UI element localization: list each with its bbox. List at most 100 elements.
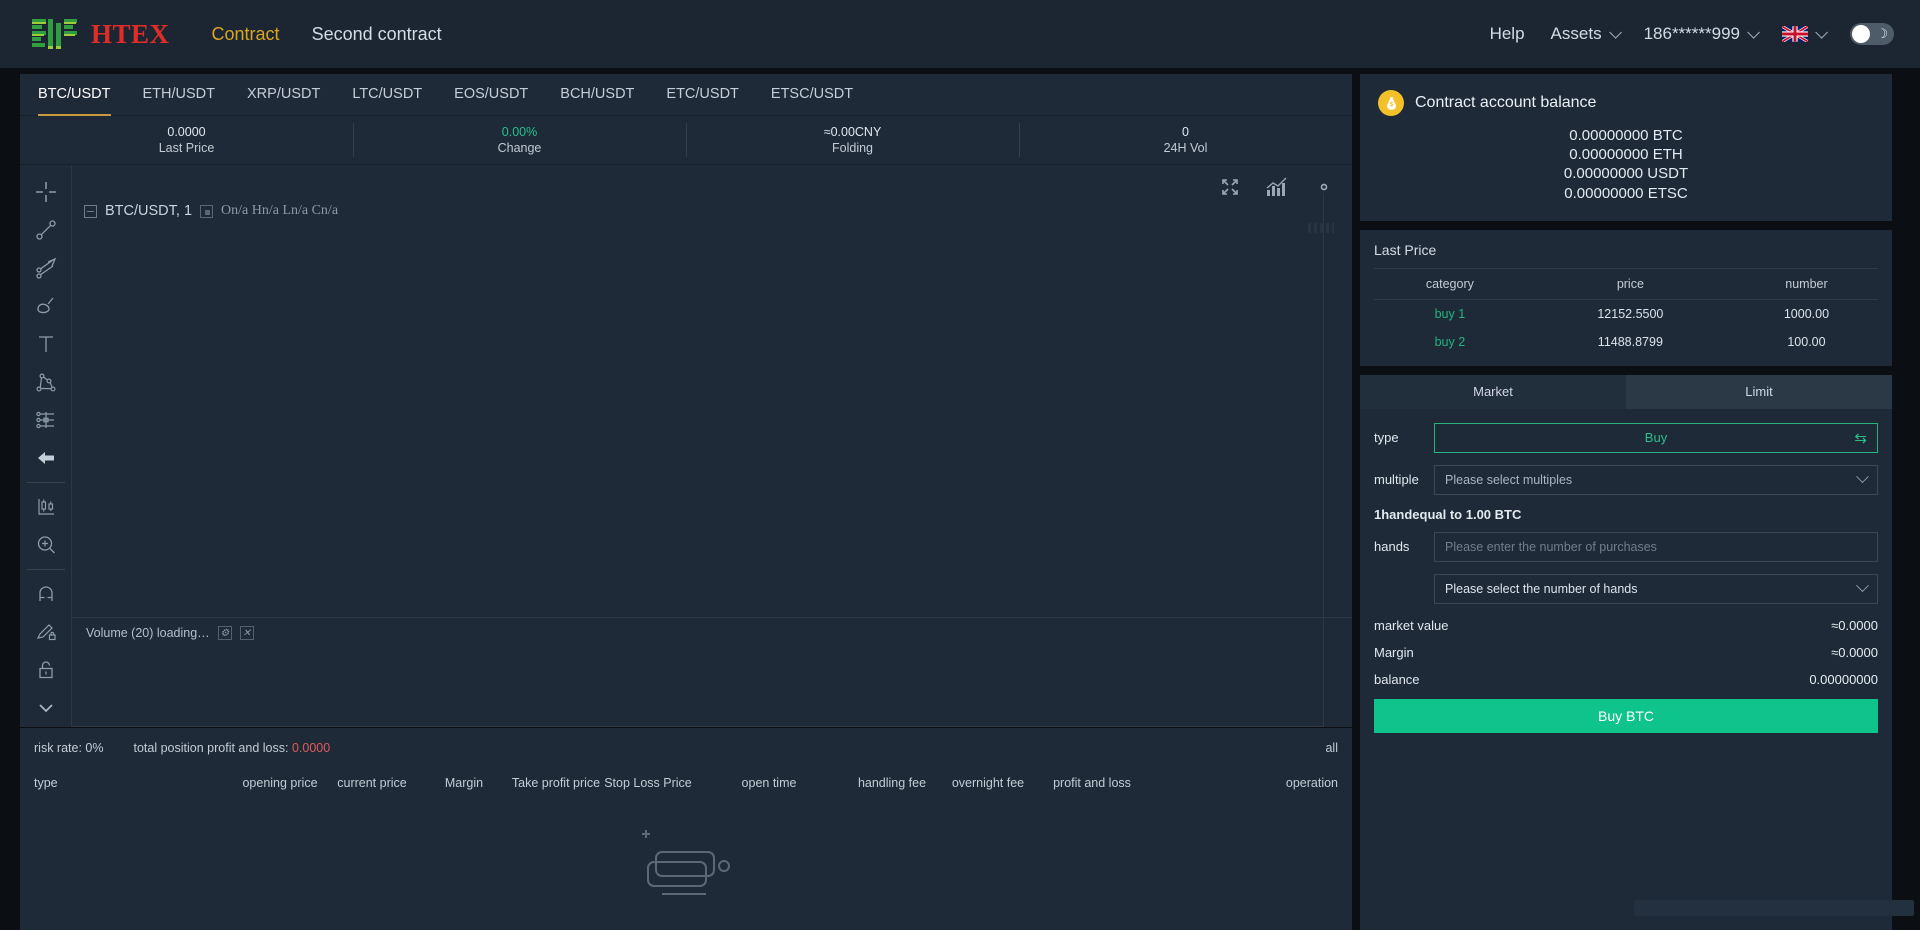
cell-category: buy 2 [1374, 328, 1526, 356]
hands-row: hands [1374, 532, 1878, 562]
pair-tab-btc-usdt[interactable]: BTC/USDT [38, 74, 111, 116]
close-all-link[interactable]: all [1325, 741, 1338, 755]
chevron-down-icon [1856, 471, 1869, 484]
last-price-title: Last Price [1374, 242, 1878, 268]
balance-header: Contract account balance [1378, 90, 1874, 116]
stat-24h-vol: 0 24H Vol [1019, 116, 1352, 164]
summary-label: balance [1374, 672, 1420, 687]
last-price-card: Last Price category price number buy 1 1… [1360, 230, 1892, 366]
pair-tab-etc-usdt[interactable]: ETC/USDT [666, 74, 739, 116]
chevron-down-icon [1815, 26, 1828, 39]
col-type: type [34, 776, 234, 790]
tab-limit[interactable]: Limit [1626, 375, 1892, 409]
tab-market[interactable]: Market [1360, 375, 1626, 409]
positions-empty-state [20, 794, 1352, 930]
hand-equivalence-hint: 1handequal to 1.00 BTC [1374, 507, 1878, 522]
summary-balance: balance 0.00000000 [1374, 672, 1878, 687]
stat-last-price: 0.0000 Last Price [20, 116, 353, 164]
order-form-body: type Buy ⇆ multiple Please select multip… [1360, 409, 1892, 733]
gear-icon[interactable]: ⚙ [218, 626, 232, 640]
volume-pane: Volume (20) loading… ⚙ ✕ [72, 617, 1352, 727]
uk-flag-icon [1782, 26, 1808, 42]
fork-channel-icon[interactable] [26, 249, 66, 287]
trend-line-icon[interactable] [26, 211, 66, 249]
stat-value: 0.0000 [167, 125, 205, 139]
zoom-icon[interactable] [26, 526, 66, 564]
chart-canvas[interactable]: BTC/USDT, 1 On/a Hn/a Ln/a Cn/a Volume (… [72, 165, 1352, 727]
stat-label: Folding [832, 141, 873, 155]
balance-line-btc: 0.00000000 BTC [1378, 126, 1874, 145]
pair-tab-ltc-usdt[interactable]: LTC/USDT [352, 74, 422, 116]
stat-folding: ≈0.00CNY Folding [686, 116, 1019, 164]
language-menu[interactable] [1782, 26, 1824, 42]
pair-tab-bch-usdt[interactable]: BCH/USDT [560, 74, 634, 116]
cell-category: buy 1 [1374, 299, 1526, 328]
buy-sell-toggle[interactable]: Buy ⇆ [1434, 423, 1878, 453]
buy-btc-button[interactable]: Buy BTC [1374, 699, 1878, 733]
pnl-value: 0.0000 [292, 741, 330, 755]
chart-panel: BTC/USDT, 1 On/a Hn/a Ln/a Cn/a Volume (… [20, 164, 1352, 727]
chevron-down-icon [1747, 26, 1760, 39]
hands-select[interactable]: Please select the number of hands [1434, 574, 1878, 604]
multiple-select[interactable]: Please select multiples [1434, 465, 1878, 495]
gear-icon[interactable] [1314, 177, 1334, 200]
brush-icon[interactable] [26, 287, 66, 325]
col-take-profit: Take profit price [510, 776, 602, 790]
chart-settings-icon[interactable] [200, 205, 213, 218]
chevron-down-icon [1609, 26, 1622, 39]
table-row[interactable]: buy 1 12152.5500 1000.00 [1374, 299, 1878, 328]
candle-patterns-icon[interactable] [26, 488, 66, 526]
pnl-label: total position profit and loss: [134, 741, 289, 755]
text-tool-icon[interactable] [26, 325, 66, 363]
pair-tabs: BTC/USDT ETH/USDT XRP/USDT LTC/USDT EOS/… [20, 74, 1352, 116]
stat-label: 24H Vol [1164, 141, 1208, 155]
fullscreen-icon[interactable] [1220, 177, 1240, 200]
account-menu[interactable]: 186******999 [1644, 24, 1756, 44]
summary-market-value: market value ≈0.0000 [1374, 618, 1878, 633]
measure-icon[interactable] [26, 401, 66, 439]
col-overnight-fee: overnight fee [940, 776, 1036, 790]
brand-name: HTEX [91, 19, 170, 50]
market-stats-bar: 0.0000 Last Price 0.00% Change ≈0.00CNY … [20, 116, 1352, 164]
positions-summary: risk rate: 0% total position profit and … [20, 728, 1352, 768]
magnet-icon[interactable] [26, 575, 66, 613]
volume-indicator-legend: Volume (20) loading… ⚙ ✕ [86, 626, 254, 640]
lock-icon[interactable] [26, 651, 66, 689]
stat-change: 0.00% Change [353, 116, 686, 164]
horizontal-scrollbar[interactable] [1634, 900, 1914, 916]
balance-line-eth: 0.00000000 ETH [1378, 145, 1874, 164]
brand-logo[interactable]: HTEX [30, 15, 170, 53]
pair-tab-xrp-usdt[interactable]: XRP/USDT [247, 74, 320, 116]
summary-value: 0.00000000 [1809, 672, 1878, 687]
help-link[interactable]: Help [1490, 24, 1525, 44]
balance-values: 0.00000000 BTC 0.00000000 ETH 0.00000000… [1378, 126, 1874, 203]
pair-tab-eth-usdt[interactable]: ETH/USDT [143, 74, 216, 116]
arrow-left-icon[interactable] [26, 439, 66, 477]
collapse-icon[interactable] [84, 205, 97, 218]
col-number: number [1735, 268, 1878, 299]
order-type-tabs: Market Limit [1360, 375, 1892, 409]
toggle-knob [1852, 25, 1870, 43]
pair-tab-etsc-usdt[interactable]: ETSC/USDT [771, 74, 853, 116]
close-icon[interactable]: ✕ [240, 626, 254, 640]
table-row[interactable]: buy 2 11488.8799 100.00 [1374, 328, 1878, 356]
chevron-down-icon [1856, 580, 1869, 593]
pitchfork-icon[interactable] [26, 363, 66, 401]
crosshair-icon[interactable] [26, 173, 66, 211]
theme-toggle[interactable]: ☽ [1850, 23, 1894, 45]
chart-toolbar [1220, 177, 1334, 200]
stat-value: 0 [1182, 125, 1189, 139]
chart-ohlc-values: On/a Hn/a Ln/a Cn/a [221, 203, 338, 219]
pencil-lock-icon[interactable] [26, 613, 66, 651]
chart-legend: BTC/USDT, 1 On/a Hn/a Ln/a Cn/a [84, 203, 338, 219]
indicators-icon[interactable] [1266, 177, 1288, 200]
assets-menu[interactable]: Assets [1551, 24, 1618, 44]
top-navigation-bar: HTEX Contract Second contract Help Asset… [0, 0, 1920, 68]
stat-value: 0.00% [502, 125, 537, 139]
chevron-down-icon[interactable] [26, 689, 66, 727]
pair-tab-eos-usdt[interactable]: EOS/USDT [454, 74, 528, 116]
nav-link-second-contract[interactable]: Second contract [312, 24, 442, 45]
nav-link-contract[interactable]: Contract [212, 24, 280, 45]
type-label: type [1374, 430, 1422, 445]
hands-input[interactable] [1434, 532, 1878, 562]
